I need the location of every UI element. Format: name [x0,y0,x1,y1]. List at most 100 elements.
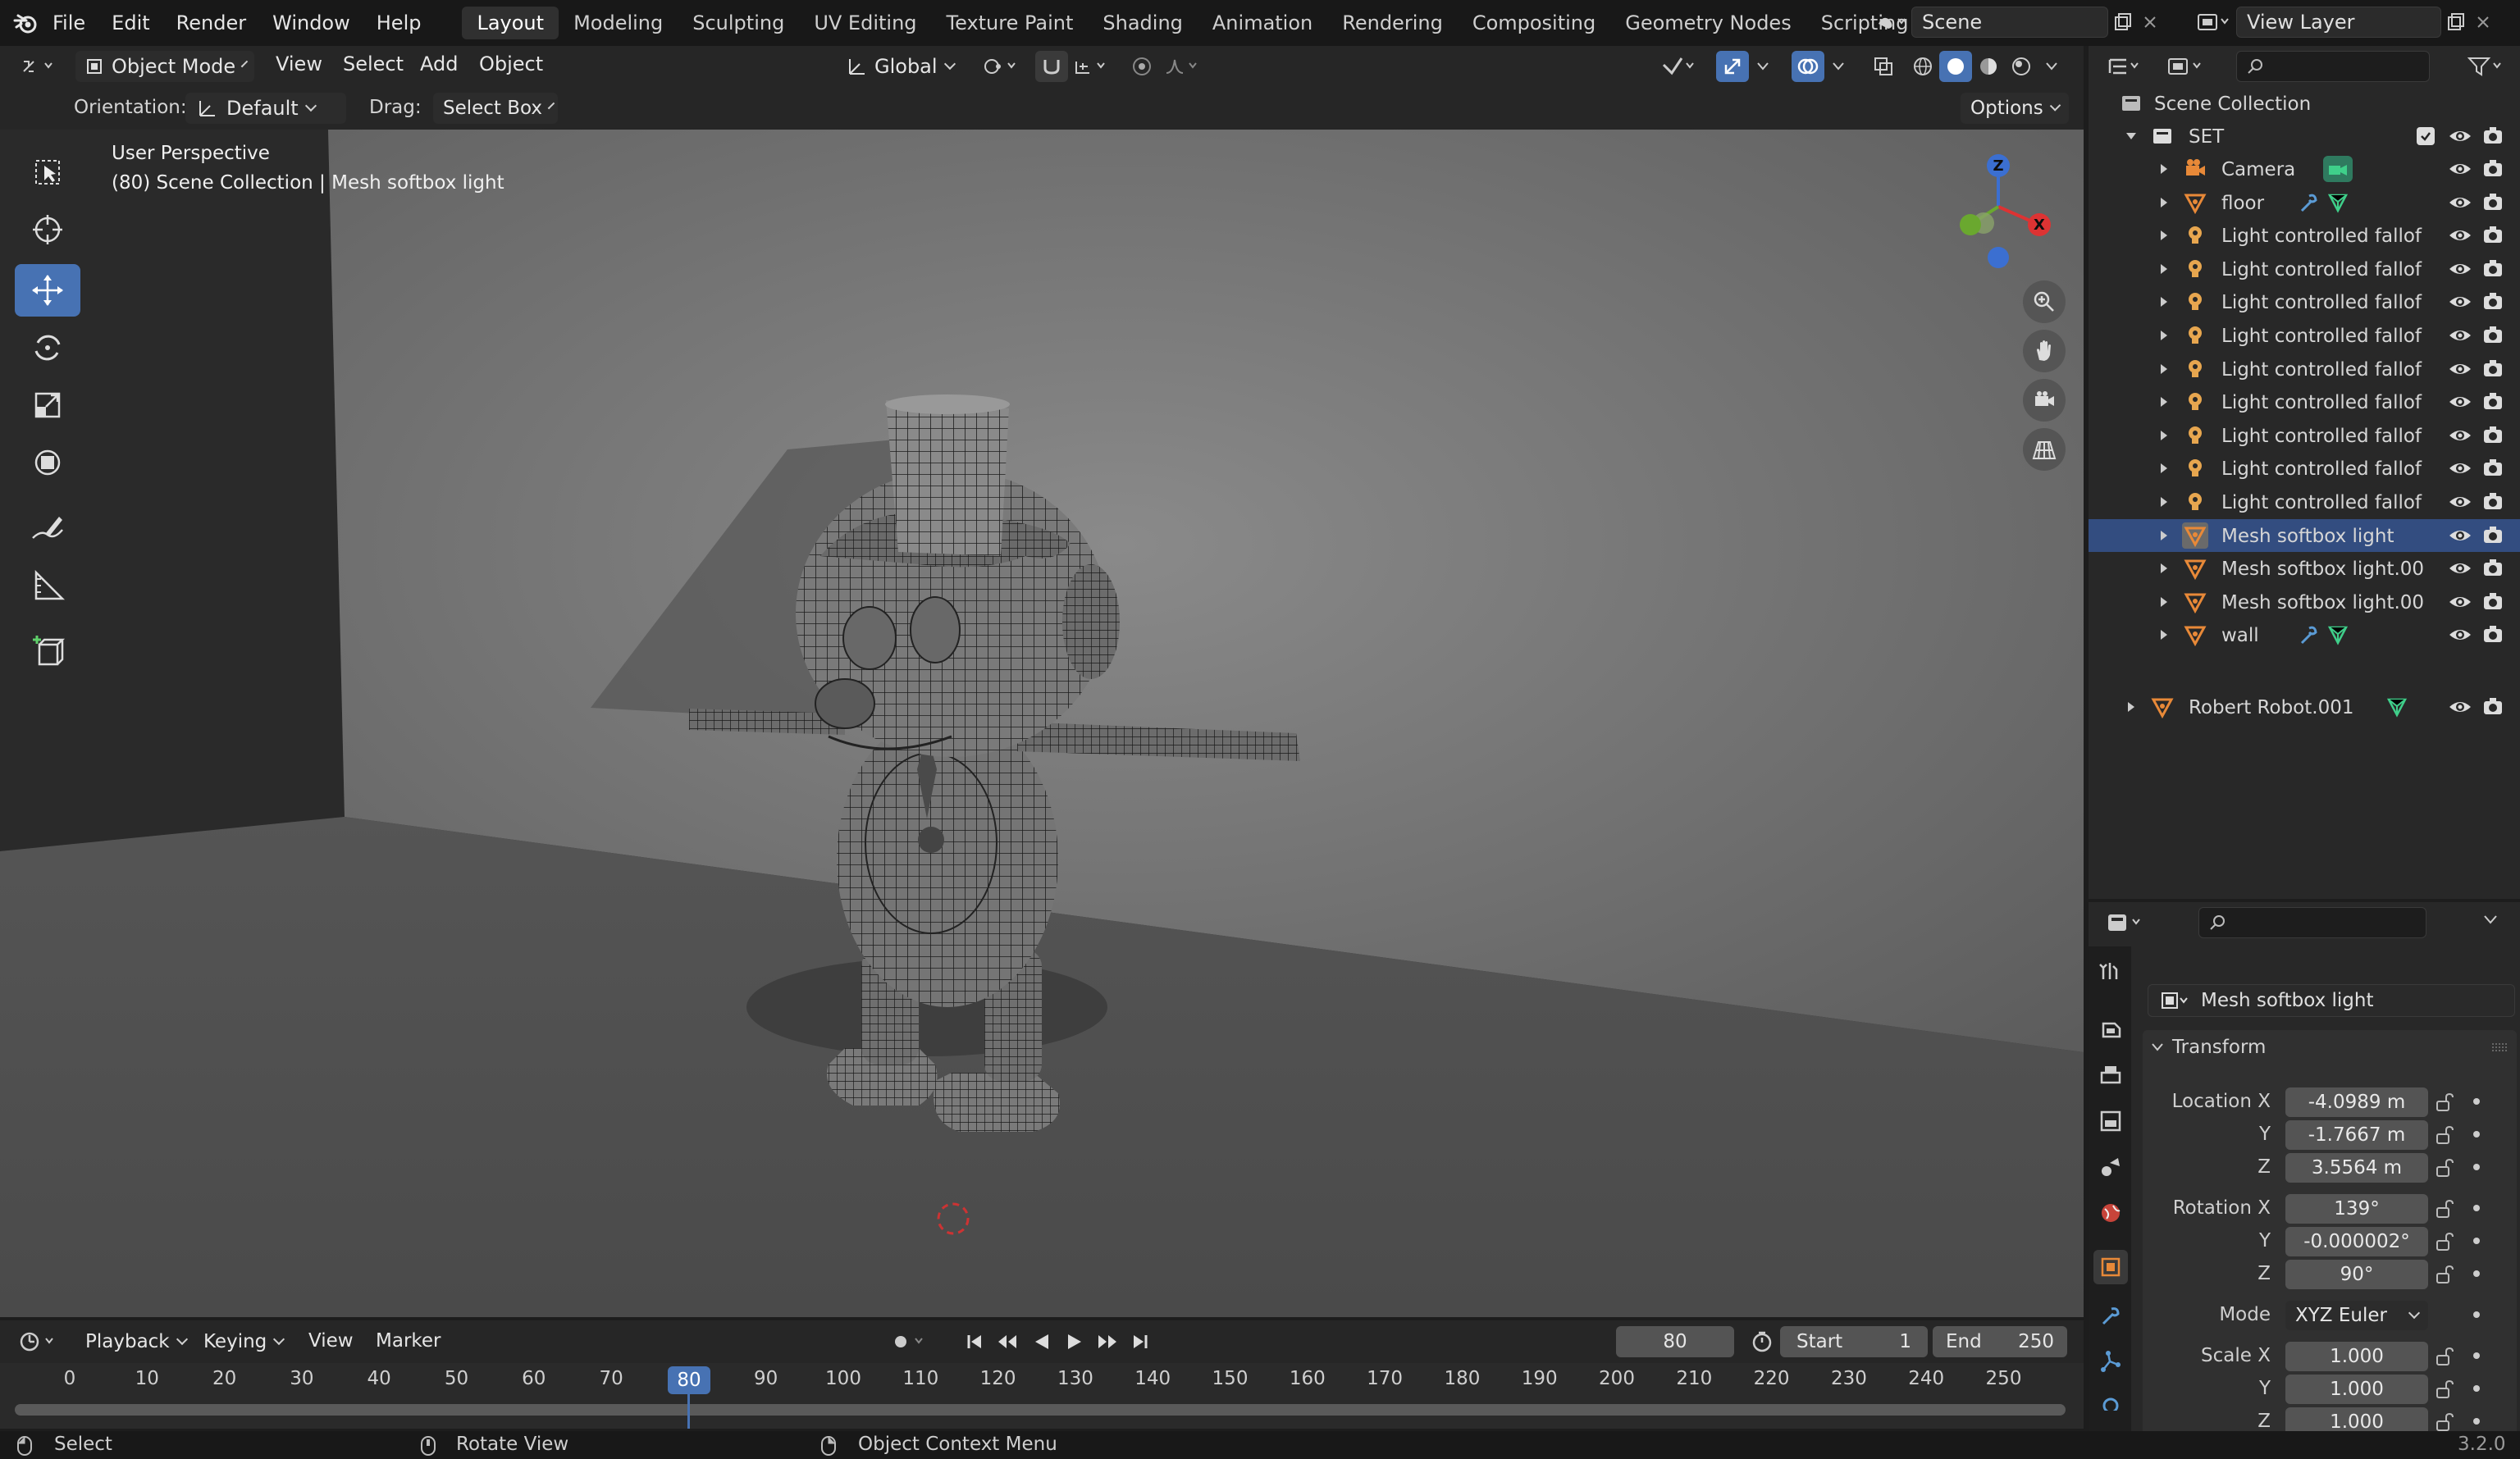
visibility-eye-icon[interactable] [2448,326,2472,345]
expand-arrow-icon[interactable] [2157,362,2171,376]
timeline-marker-menu[interactable]: Marker [363,1330,454,1352]
snap-toggle-icon[interactable] [1035,51,1068,82]
jump-start-icon[interactable] [960,1327,989,1356]
scale-x-field[interactable]: 1.000 [2285,1342,2428,1371]
view-layer-selector[interactable]: View Layer [2192,5,2517,39]
visibility-eye-icon[interactable] [2448,159,2472,179]
render-camera-icon[interactable] [2482,326,2504,345]
expand-arrow-icon[interactable] [2157,429,2171,442]
snap-target-icon[interactable] [1070,51,1116,82]
render-camera-icon[interactable] [2482,226,2504,245]
proportional-falloff-icon[interactable] [1160,51,1206,82]
location-x-field[interactable]: -4.0989 m [2285,1087,2428,1117]
visibility-eye-icon[interactable] [2448,458,2472,478]
expand-arrow-icon[interactable] [2157,529,2171,542]
lock-icon[interactable] [2435,1265,2454,1284]
outliner-search-field[interactable] [2236,51,2430,82]
annotate-tool[interactable] [15,502,80,554]
outliner-row-item[interactable]: wall [2089,618,2520,651]
start-frame-field[interactable]: Start 1 [1780,1326,1928,1357]
lock-icon[interactable] [2435,1199,2454,1219]
timeline-editor-type-icon[interactable] [15,1327,64,1356]
delete-view-layer-icon[interactable] [2471,15,2495,30]
current-frame-field[interactable]: 80 [1616,1326,1734,1357]
keyframe-dot-icon[interactable] [2472,1417,2481,1425]
render-camera-icon[interactable] [2482,559,2504,578]
play-reverse-icon[interactable] [1027,1327,1057,1356]
view-layer-tab-icon[interactable] [2098,1109,2123,1133]
visibility-eye-icon[interactable] [2448,292,2472,312]
camera-data-icon[interactable] [2323,156,2353,182]
expand-arrow-icon[interactable] [2157,628,2171,641]
timeline-view-menu[interactable]: View [295,1330,367,1352]
render-camera-icon[interactable] [2482,458,2504,478]
lock-icon[interactable] [2435,1412,2454,1432]
cursor-tool[interactable] [15,203,80,256]
viewport-scene[interactable] [0,130,2084,1317]
outliner-row-item[interactable]: Light controlled fallof [2089,486,2520,518]
outliner-row-item[interactable]: Mesh softbox light.00 [2089,552,2520,585]
transform-panel-header[interactable]: Transform [2143,1030,2517,1065]
options-dropdown[interactable]: Options [1961,93,2069,124]
lock-icon[interactable] [2435,1092,2454,1112]
expand-arrow-icon[interactable] [2125,130,2138,143]
workspace-tab-shading[interactable]: Shading [1088,7,1198,39]
keyframe-dot-icon[interactable] [2472,1270,2481,1278]
expand-arrow-icon[interactable] [2157,295,2171,308]
modifier-wrench-icon[interactable] [2297,623,2320,646]
viewport-menu-add[interactable]: Add [407,52,471,75]
select-box-tool[interactable] [15,146,80,198]
viewport-menu-object[interactable]: Object [466,52,556,75]
drag-mode-dropdown[interactable]: Select Box [433,93,558,124]
workspace-tab-rendering[interactable]: Rendering [1327,7,1458,39]
visibility-eye-icon[interactable] [2448,559,2472,578]
visibility-eye-icon[interactable] [2448,592,2472,612]
visibility-eye-icon[interactable] [2448,492,2472,512]
object-mode-dropdown[interactable]: Object Mode [75,51,254,82]
scene-name-field[interactable]: Scene [1911,7,2108,38]
expand-arrow-icon[interactable] [2125,700,2138,714]
render-camera-icon[interactable] [2482,359,2504,379]
expand-arrow-icon[interactable] [2157,162,2171,176]
properties-editor-type-icon[interactable] [2102,907,2151,938]
keying-menu[interactable]: Keying [194,1326,293,1357]
new-view-layer-icon[interactable] [2441,12,2471,32]
scene-tab-icon[interactable] [2098,1155,2123,1179]
workspace-tab-uv-editing[interactable]: UV Editing [799,7,931,39]
world-tab-icon[interactable] [2098,1201,2123,1225]
visibility-eye-icon[interactable] [2448,226,2472,245]
location-z-field[interactable]: 3.5564 m [2285,1153,2428,1183]
outliner-editor-type-icon[interactable] [2103,51,2149,82]
playhead-frame-badge[interactable]: 80 [668,1366,710,1394]
lock-icon[interactable] [2435,1232,2454,1252]
menu-window[interactable]: Window [259,11,363,34]
outliner-row-scene-collection[interactable]: Scene Collection [2089,87,2520,120]
transform-orientation-dropdown[interactable]: Global [835,51,965,82]
zoom-button[interactable] [2023,280,2066,323]
render-camera-icon[interactable] [2482,592,2504,612]
outliner-row-item[interactable]: Light controlled fallof [2089,419,2520,452]
keyframe-dot-icon[interactable] [2472,1204,2481,1212]
lock-icon[interactable] [2435,1347,2454,1366]
modifier-wrench-icon[interactable] [2297,191,2320,214]
shading-material-icon[interactable] [1972,51,2005,82]
outliner-row-item[interactable]: Light controlled fallof [2089,319,2520,352]
expand-arrow-icon[interactable] [2157,395,2171,408]
visibility-eye-icon[interactable] [2448,193,2472,212]
menu-file[interactable]: File [39,11,98,34]
expand-arrow-icon[interactable] [2157,595,2171,609]
jump-end-icon[interactable] [1125,1327,1155,1356]
object-name-field[interactable]: Mesh softbox light [2148,984,2515,1017]
delete-scene-icon[interactable] [2138,15,2162,30]
rotation-y-field[interactable]: -0.000002° [2285,1227,2428,1256]
keyframe-dot-icon[interactable] [2472,1237,2481,1245]
workspace-tab-compositing[interactable]: Compositing [1458,7,1610,39]
gizmo-toggle-icon[interactable] [1716,51,1749,82]
render-camera-icon[interactable] [2482,426,2504,445]
gizmo-z-axis[interactable]: Z [1987,154,2010,177]
object-tab-icon[interactable] [2093,1250,2128,1284]
visibility-eye-icon[interactable] [2448,359,2472,379]
editor-type-icon[interactable] [15,51,64,82]
3d-viewport[interactable]: User Perspective (80) Scene Collection |… [0,130,2084,1317]
perspective-toggle-button[interactable] [2023,428,2066,471]
